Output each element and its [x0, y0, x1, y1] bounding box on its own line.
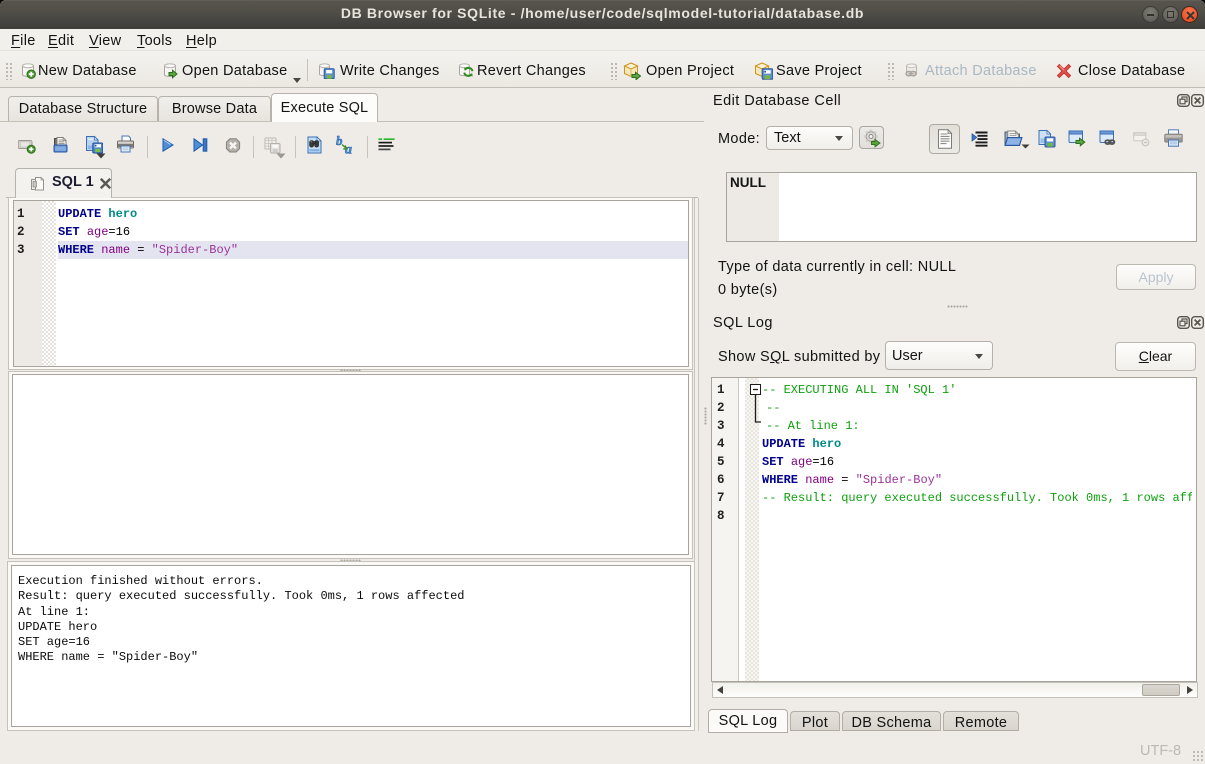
svg-text:b: b: [336, 134, 343, 148]
